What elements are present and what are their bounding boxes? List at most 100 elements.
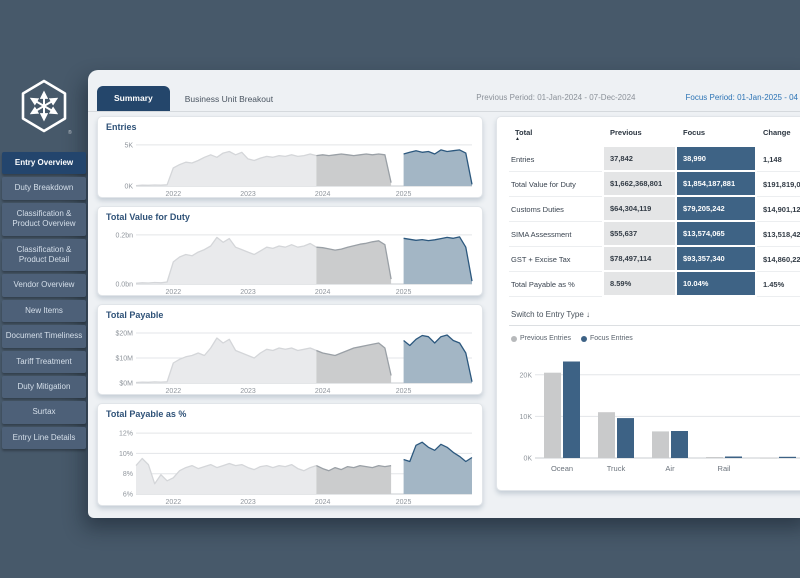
- svg-text:$20M: $20M: [115, 331, 133, 338]
- report-content: Entries 0K 5K 2022 2023 2024 2025 Total Value…: [88, 112, 800, 506]
- total-value-for-duty-area-chart[interactable]: 0.0bn0.2bn2022202320242025: [106, 225, 476, 296]
- tab-business-unit-breakout[interactable]: Business Unit Breakout: [170, 88, 288, 111]
- legend-focus-entries[interactable]: Focus Entries: [581, 335, 633, 342]
- table-row-total-payable-as-pct[interactable]: Total Payable as % 8.59% 10.04% 1.45%: [509, 272, 800, 297]
- row-label: GST + Excise Tax: [509, 247, 602, 272]
- sidebar-item-new-items[interactable]: New Items: [2, 300, 86, 322]
- svg-text:2022: 2022: [166, 191, 182, 198]
- row-label: Customs Duties: [509, 197, 602, 222]
- sidebar-item-surtax[interactable]: Surtax: [2, 401, 86, 423]
- table-header-row: Total ▲ Previous Focus Change: [509, 125, 800, 147]
- sidebar-item-entry-overview[interactable]: Entry Overview: [2, 152, 86, 174]
- svg-text:12%: 12%: [119, 431, 133, 438]
- svg-text:2023: 2023: [240, 499, 256, 506]
- previous-value: $1,662,368,801: [604, 172, 675, 197]
- sidebar-item-entry-line-details[interactable]: Entry Line Details: [2, 427, 86, 449]
- entry-type-bar-chart[interactable]: 0K 10K 20K Ocean Truck Air Rail: [509, 348, 800, 474]
- focus-value: 10.04%: [677, 272, 755, 297]
- focus-entries-marker-icon: [581, 336, 587, 342]
- table-row-sima-assessment[interactable]: SIMA Assessment $55,637 $13,574,065 $13,…: [509, 222, 800, 247]
- change-value: 1.45%: [757, 272, 800, 297]
- row-label: Entries: [509, 147, 602, 172]
- row-label: SIMA Assessment: [509, 222, 602, 247]
- total-payable-area-chart[interactable]: $0M$10M$20M2022202320242025: [106, 323, 476, 395]
- svg-text:2023: 2023: [240, 289, 256, 296]
- column-header-previous[interactable]: Previous: [604, 128, 675, 142]
- change-value: $14,901,123: [757, 197, 800, 222]
- svg-text:8%: 8%: [123, 471, 133, 478]
- legend-previous-entries[interactable]: Previous Entries: [511, 335, 571, 342]
- svg-text:Truck: Truck: [607, 464, 626, 473]
- previous-entries-marker-icon: [511, 336, 517, 342]
- sidebar-item-classification-product-overview[interactable]: Classification & Product Overview: [2, 203, 86, 236]
- svg-text:2022: 2022: [166, 499, 182, 506]
- sidebar-item-duty-breakdown[interactable]: Duty Breakdown: [2, 177, 86, 199]
- chart-card-total-value-for-duty: Total Value for Duty 0.0bn 0.2bn 2022 2023 2…: [97, 206, 483, 296]
- sidebar-item-classification-product-detail[interactable]: Classification & Product Detail: [2, 239, 86, 272]
- focus-value: $93,357,340: [677, 247, 755, 272]
- sidebar: ® Entry Overview Duty Breakdown Classifi…: [0, 0, 88, 578]
- entry-type-bar-chart-wrap: 0K 10K 20K Ocean Truck Air Rail: [509, 348, 800, 479]
- sidebar-item-document-timeliness[interactable]: Document Timeliness: [2, 325, 86, 347]
- svg-text:2022: 2022: [166, 289, 182, 296]
- svg-text:2025: 2025: [396, 191, 412, 198]
- chart-card-total-payable: Total Payable $0M$10M$20M202220232024202…: [97, 304, 483, 395]
- sort-ascending-icon: ▲: [515, 137, 596, 142]
- table-row-entries[interactable]: Entries 37,842 38,990 1,148: [509, 147, 800, 172]
- svg-text:2025: 2025: [396, 499, 412, 506]
- svg-text:2025: 2025: [396, 388, 412, 395]
- svg-text:$10M: $10M: [115, 356, 133, 363]
- change-value: $14,860,226: [757, 247, 800, 272]
- sidebar-item-vendor-overview[interactable]: Vendor Overview: [2, 274, 86, 296]
- legend-label: Previous Entries: [520, 335, 571, 342]
- sidebar-item-duty-mitigation[interactable]: Duty Mitigation: [2, 376, 86, 398]
- entries-area-chart[interactable]: 0K5K2022202320242025: [106, 135, 476, 198]
- svg-text:Air: Air: [665, 464, 675, 473]
- column-header-focus[interactable]: Focus: [677, 128, 755, 142]
- legend-label: Focus Entries: [590, 335, 633, 342]
- chart-title: Total Value for Duty: [106, 212, 474, 225]
- tab-summary[interactable]: Summary: [97, 86, 170, 111]
- focus-value: 38,990: [677, 147, 755, 172]
- switch-to-entry-type-link[interactable]: Switch to Entry Type ↓: [509, 310, 800, 326]
- focus-value: $79,205,242: [677, 197, 755, 222]
- svg-text:0.0bn: 0.0bn: [115, 282, 133, 289]
- column-header-change[interactable]: Change: [757, 128, 800, 142]
- svg-text:2024: 2024: [315, 388, 331, 395]
- previous-value: 8.59%: [604, 272, 675, 297]
- table-row-gst-excise-tax[interactable]: GST + Excise Tax $78,497,114 $93,357,340…: [509, 247, 800, 272]
- total-payable-pct-area-chart[interactable]: 6%8%10%12%2022202320242025: [106, 422, 476, 506]
- table-row-total-value-for-duty[interactable]: Total Value for Duty $1,662,368,801 $1,8…: [509, 172, 800, 197]
- previous-value: $64,304,119: [604, 197, 675, 222]
- table-row-customs-duties[interactable]: Customs Duties $64,304,119 $79,205,242 $…: [509, 197, 800, 222]
- svg-text:0.2bn: 0.2bn: [115, 232, 133, 239]
- sidebar-nav: Entry Overview Duty Breakdown Classifica…: [0, 152, 88, 449]
- previous-value: $55,637: [604, 222, 675, 247]
- svg-text:Ocean: Ocean: [551, 464, 573, 473]
- svg-text:2025: 2025: [396, 289, 412, 296]
- focus-value: $13,574,065: [677, 222, 755, 247]
- svg-text:0K: 0K: [523, 456, 532, 463]
- chart-card-entries: Entries 0K5K2022202320242025: [97, 116, 483, 198]
- change-value: $13,518,428: [757, 222, 800, 247]
- sidebar-item-tariff-treatment[interactable]: Tariff Treatment: [2, 351, 86, 373]
- hexagon-expand-arrows-icon: ®: [16, 78, 72, 136]
- chart-title: Entries: [106, 122, 474, 135]
- svg-text:Rail: Rail: [718, 464, 731, 473]
- app-logo: ®: [16, 78, 72, 136]
- summary-panel: Total ▲ Previous Focus Change Entries 37…: [496, 116, 800, 491]
- svg-text:10%: 10%: [119, 451, 133, 458]
- focus-period-label: Focus Period: 01-Jan-2025 - 04: [685, 93, 798, 102]
- svg-text:5K: 5K: [124, 142, 133, 149]
- bar-chart-legend: Previous Entries Focus Entries: [511, 335, 800, 342]
- svg-text:20K: 20K: [520, 372, 533, 379]
- row-label: Total Payable as %: [509, 272, 602, 297]
- svg-text:2024: 2024: [315, 191, 331, 198]
- report-panel: Summary Business Unit Breakout Previous …: [88, 70, 800, 518]
- chart-card-total-payable-as-pct: Total Payable as % 6%8%10%12%20222023202…: [97, 403, 483, 506]
- period-labels: Previous Period: 01-Jan-2024 - 07-Dec-20…: [476, 93, 800, 102]
- svg-text:2023: 2023: [240, 191, 256, 198]
- column-header-total[interactable]: Total ▲: [509, 128, 602, 142]
- svg-text:10K: 10K: [520, 414, 533, 421]
- trend-charts-column: Entries 0K5K2022202320242025 Total Value…: [97, 116, 483, 506]
